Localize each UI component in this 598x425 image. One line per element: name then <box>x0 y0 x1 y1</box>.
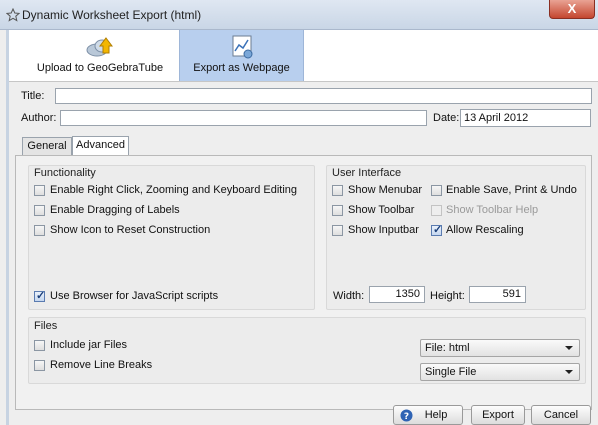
cancel-button[interactable]: Cancel <box>531 405 591 425</box>
export-button[interactable]: Export <box>471 405 525 425</box>
browser-javascript-checkbox[interactable] <box>34 289 45 302</box>
files-title: Files <box>34 320 58 332</box>
show-toolbar-help-checkbox <box>431 205 442 216</box>
date-label: Date: <box>433 112 460 124</box>
show-menubar-label: Show Menubar <box>348 184 422 196</box>
height-label: Height: <box>430 290 465 302</box>
remove-line-breaks-label: Remove Line Breaks <box>50 359 153 371</box>
include-jar-checkbox[interactable] <box>34 340 45 351</box>
show-toolbar-label: Show Toolbar <box>348 204 415 216</box>
user-interface-title: User Interface <box>332 167 402 179</box>
show-toolbar-help-label: Show Toolbar Help <box>446 204 539 216</box>
author-field[interactable] <box>60 110 427 126</box>
save-print-undo-checkbox[interactable] <box>431 185 442 196</box>
tab-advanced[interactable]: Advanced <box>72 136 129 155</box>
dragging-labels-checkbox[interactable] <box>34 205 45 216</box>
reset-icon-checkbox[interactable] <box>34 225 45 236</box>
show-menubar-checkbox[interactable] <box>332 185 343 196</box>
reset-icon-label: Show Icon to Reset Construction <box>50 224 211 236</box>
date-field[interactable]: 13 April 2012 <box>460 109 591 127</box>
upload-label: Upload to GeoGebraTube <box>36 62 164 74</box>
show-inputbar-label: Show Inputbar <box>348 224 419 236</box>
window-border <box>6 30 9 425</box>
help-label: Help <box>424 409 448 421</box>
help-button[interactable]: ? Help <box>393 405 463 425</box>
file-mode-dropdown[interactable]: Single File <box>420 363 580 381</box>
allow-rescaling-label: Allow Rescaling <box>446 224 524 236</box>
export-label: Export as Webpage <box>193 62 290 74</box>
functionality-title: Functionality <box>34 167 96 179</box>
author-label: Author: <box>21 112 57 124</box>
title-field[interactable] <box>55 88 592 104</box>
upload-cloud-icon <box>86 37 113 57</box>
file-mode-value: Single File <box>425 366 477 378</box>
svg-text:?: ? <box>404 412 409 422</box>
width-field[interactable]: 1350 <box>369 286 425 303</box>
show-inputbar-checkbox[interactable] <box>332 225 343 236</box>
export-as-webpage-button[interactable]: Export as Webpage <box>179 30 304 81</box>
title-label: Title: <box>21 90 45 102</box>
save-print-undo-label: Enable Save, Print & Undo <box>446 184 577 196</box>
chevron-down-icon <box>565 370 573 374</box>
geogebra-star-icon <box>6 8 20 22</box>
close-button[interactable]: X <box>549 0 595 19</box>
right-click-checkbox[interactable] <box>34 185 45 196</box>
height-field[interactable]: 591 <box>469 286 526 303</box>
browser-javascript-label: Use Browser for JavaScript scripts <box>50 290 219 302</box>
remove-line-breaks-checkbox[interactable] <box>34 360 45 371</box>
include-jar-label: Include jar Files <box>50 339 128 351</box>
upload-to-geogebratube-button[interactable]: Upload to GeoGebraTube <box>21 30 179 81</box>
file-type-dropdown[interactable]: File: html <box>420 339 580 357</box>
width-label: Width: <box>333 290 365 302</box>
webpage-export-icon <box>232 35 252 59</box>
help-icon: ? <box>400 409 413 422</box>
window-title: Dynamic Worksheet Export (html) <box>22 8 202 22</box>
file-type-value: File: html <box>425 342 470 354</box>
allow-rescaling-checkbox[interactable] <box>431 223 442 236</box>
show-toolbar-checkbox[interactable] <box>332 205 343 216</box>
tab-general[interactable]: General <box>22 137 72 155</box>
right-click-label: Enable Right Click, Zooming and Keyboard… <box>50 184 298 196</box>
chevron-down-icon <box>565 346 573 350</box>
dragging-labels-label: Enable Dragging of Labels <box>50 204 180 216</box>
